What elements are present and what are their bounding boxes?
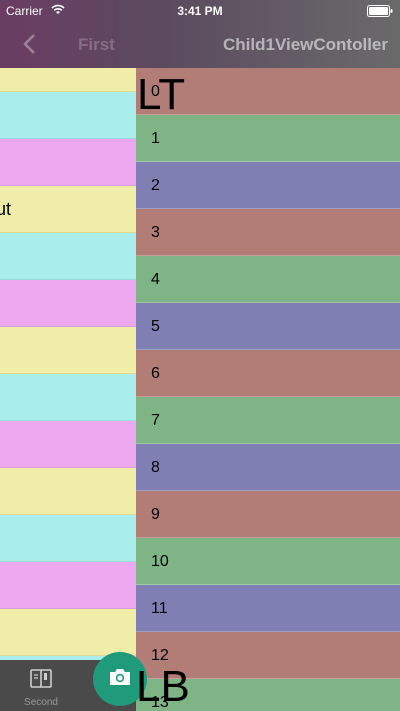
child-table-row[interactable]: 9 [136,491,400,538]
bottom-left-marker-label: LB [136,662,190,711]
left-table-row[interactable] [0,280,136,327]
child-row-label: 11 [151,600,168,617]
child-table-row[interactable]: 6 [136,350,400,397]
navigation-bar: First Child1ViewContoller [0,22,400,68]
child-row-label: 7 [151,412,160,429]
child-table-row[interactable]: 7 [136,397,400,444]
back-button-title[interactable]: First [78,35,115,55]
left-table-row[interactable]: ia [0,92,136,139]
left-table-row[interactable] [0,515,136,562]
left-row-label: ticut [0,198,12,219]
left-table-row[interactable] [0,374,136,421]
child-table-row[interactable]: 8 [136,444,400,491]
left-table-row[interactable]: . [0,327,136,374]
child-row-label: 9 [151,506,160,523]
child-table[interactable]: 0 1 2 3 4 5 6 7 8 9 10 11 12 13 [136,68,400,711]
child-table-row[interactable]: 4 [136,256,400,303]
child-table-row[interactable]: 5 [136,303,400,350]
left-table-row[interactable]: ticut [0,186,136,233]
child-table-row[interactable]: 1 [136,115,400,162]
child-row-label: 2 [151,177,160,194]
camera-icon [108,667,132,692]
child-table-row[interactable]: 2 [136,162,400,209]
child-row-label: 6 [151,365,160,382]
status-bar: Carrier 3:41 PM [0,0,400,22]
left-table-row[interactable]: lo [0,139,136,186]
child-table-row[interactable]: 10 [136,538,400,585]
top-left-marker-label: LT [137,70,186,119]
left-table-row[interactable] [0,421,136,468]
first-table[interactable]: sialoticutre. [0,0,136,711]
child-table-row[interactable]: 11 [136,585,400,632]
left-table-row[interactable]: re [0,233,136,280]
left-table-row[interactable] [0,609,136,656]
left-table-row[interactable] [0,468,136,515]
book-icon[interactable] [30,668,52,695]
battery-icon [367,5,393,20]
child-row-label: 3 [151,224,160,241]
child-row-label: 5 [151,318,160,335]
child-row-label: 1 [151,130,160,147]
child-row-label: 10 [151,553,169,570]
status-time: 3:41 PM [177,4,223,18]
child-table-row[interactable]: 3 [136,209,400,256]
navigation-title: Child1ViewContoller [223,35,388,54]
tab-second-label[interactable]: Second [0,697,82,708]
child-row-label: 4 [151,271,160,288]
back-chevron-icon[interactable] [22,33,36,60]
left-table-row[interactable] [0,562,136,609]
child-row-label: 8 [151,459,160,476]
